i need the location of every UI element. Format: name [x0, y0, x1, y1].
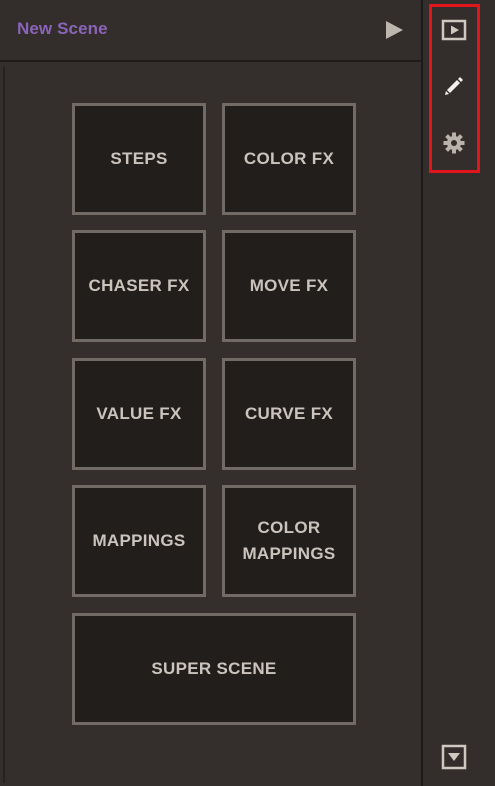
mappings-button[interactable]: MAPPINGS — [72, 485, 206, 597]
curve-fx-button[interactable]: CURVE FX — [222, 358, 356, 470]
curve-fx-label: CURVE FX — [244, 404, 334, 423]
scene-editor-window: New Scene STEPS COLOR FX CHASER FX MOVE … — [0, 0, 495, 786]
steps-label: STEPS — [110, 149, 168, 168]
color-mappings-label-line1: COLOR — [257, 518, 321, 537]
pencil-icon[interactable] — [441, 73, 467, 99]
color-mappings-label-line2: MAPPINGS — [242, 544, 336, 563]
scene-main-panel: New Scene STEPS COLOR FX CHASER FX MOVE … — [0, 0, 423, 786]
color-mappings-button[interactable]: COLOR MAPPINGS — [222, 485, 356, 597]
play-box-icon[interactable] — [441, 17, 467, 43]
value-fx-label: VALUE FX — [96, 404, 182, 423]
value-fx-button[interactable]: VALUE FX — [72, 358, 206, 470]
scene-header: New Scene — [0, 0, 421, 62]
dropdown-box-icon[interactable] — [441, 744, 467, 770]
side-toolbar — [423, 0, 495, 786]
move-fx-label: MOVE FX — [249, 276, 329, 295]
steps-button[interactable]: STEPS — [72, 103, 206, 215]
move-fx-button[interactable]: MOVE FX — [222, 230, 356, 342]
chaser-fx-button[interactable]: CHASER FX — [72, 230, 206, 342]
fx-button-grid: STEPS COLOR FX CHASER FX MOVE FX VALUE F… — [3, 66, 420, 783]
color-fx-button[interactable]: COLOR FX — [222, 103, 356, 215]
super-scene-button[interactable]: SUPER SCENE — [72, 613, 356, 725]
mappings-label: MAPPINGS — [92, 531, 186, 550]
play-icon[interactable] — [382, 18, 406, 42]
super-scene-label: SUPER SCENE — [151, 659, 277, 678]
color-fx-label: COLOR FX — [243, 149, 335, 168]
gear-icon[interactable] — [441, 130, 467, 156]
chaser-fx-label: CHASER FX — [88, 276, 190, 295]
scene-title[interactable]: New Scene — [17, 19, 108, 39]
